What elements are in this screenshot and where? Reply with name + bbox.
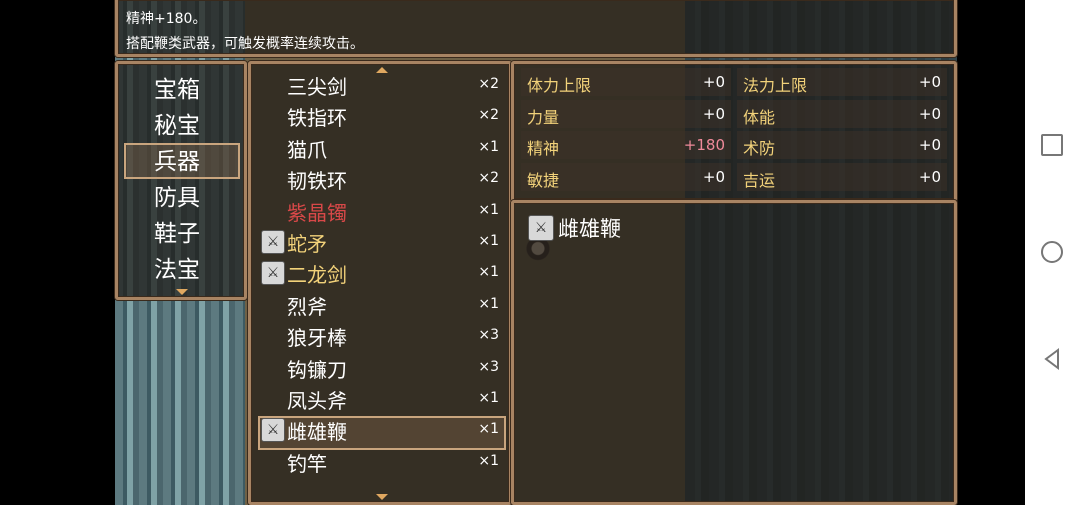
item-row[interactable]: 钩镰刀 ×3: [251, 353, 509, 384]
back-triangle-icon: [1044, 348, 1059, 370]
stat-cell: 精神 +180: [521, 131, 731, 159]
item-name: 钩镰刀: [287, 357, 347, 382]
circle-icon: [1041, 241, 1063, 263]
item-count: ×1: [478, 390, 499, 406]
stat-cell: 吉运 +0: [737, 162, 947, 191]
item-row[interactable]: 狼牙棒 ×3: [251, 321, 509, 352]
recent-apps-button[interactable]: [1040, 133, 1064, 157]
stat-value: +0: [702, 73, 725, 91]
help-line-2: 搭配鞭类武器，可触发概率连续攻击。: [126, 36, 364, 52]
item-count: ×1: [478, 201, 499, 218]
stat-label: 法力上限: [743, 76, 808, 95]
item-count: ×1: [478, 295, 499, 312]
category-item[interactable]: 防具: [154, 178, 200, 212]
stat-row: 力量 +0 体能 +0: [521, 99, 947, 128]
item-count: ×3: [478, 327, 499, 344]
item-name: 雌雄鞭: [287, 420, 347, 445]
stat-value: +0: [918, 167, 941, 186]
item-row[interactable]: 紫晶镯 ×1: [251, 196, 509, 227]
stat-label: 力量: [527, 107, 560, 127]
stat-cell: 敏捷 +0: [521, 162, 731, 191]
item-row[interactable]: 铁指环 ×2: [251, 101, 509, 132]
stat-label: 体力上限: [527, 76, 592, 95]
scroll-down-arrow-icon[interactable]: [376, 494, 388, 500]
item-count: ×1: [478, 264, 499, 281]
item-name: 钓竿: [287, 451, 327, 476]
help-line-1: 精神+180。: [126, 11, 207, 27]
item-count: ×2: [478, 170, 499, 187]
category-item[interactable]: 法宝: [154, 250, 200, 284]
item-name: 烈斧: [287, 294, 327, 319]
item-count: ×1: [478, 138, 499, 155]
sword-emblem-icon: ⚔: [261, 261, 285, 286]
stat-cell: 体力上限 +0: [521, 68, 731, 96]
item-row[interactable]: ⚔ 二龙剑 ×1: [251, 258, 509, 289]
stat-value: +0: [702, 104, 725, 123]
item-name: 凤头斧: [287, 389, 347, 413]
category-item[interactable]: 宝箱: [154, 70, 200, 104]
item-name: 二龙剑: [287, 263, 347, 288]
item-row[interactable]: 韧铁环 ×2: [251, 164, 509, 195]
sword-emblem-icon: ⚔: [261, 230, 285, 254]
scroll-down-arrow-icon[interactable]: [176, 289, 188, 295]
detail-item-name: 雌雄鞭: [558, 217, 621, 241]
stat-value: +0: [918, 136, 941, 154]
item-row[interactable]: 猫爪 ×1: [251, 133, 509, 164]
category-item[interactable]: 秘宝: [154, 106, 200, 140]
stat-value: +180: [683, 136, 725, 154]
item-count: ×2: [478, 107, 499, 124]
stat-cell: 力量 +0: [521, 99, 731, 128]
square-icon: [1041, 134, 1063, 156]
stat-cell: 法力上限 +0: [737, 68, 947, 96]
item-count: ×3: [478, 358, 499, 375]
stat-label: 精神: [527, 139, 560, 158]
home-button[interactable]: [1040, 240, 1064, 264]
item-name: 紫晶镯: [287, 200, 347, 225]
help-window: 精神+180。 搭配鞭类武器，可触发概率连续攻击。: [115, 0, 957, 57]
stat-value: +0: [918, 73, 941, 91]
stat-row: 体力上限 +0 法力上限 +0: [521, 68, 947, 96]
stat-value: +0: [702, 167, 725, 186]
item-row[interactable]: 烈斧 ×1: [251, 290, 509, 321]
sword-emblem-icon: ⚔: [528, 215, 554, 241]
item-name: 猫爪: [287, 137, 327, 162]
item-count: ×2: [478, 76, 499, 92]
stat-value: +0: [918, 104, 941, 123]
item-row[interactable]: 凤头斧 ×1: [251, 384, 509, 415]
item-count: ×1: [478, 452, 499, 469]
item-list-window: 三尖剑 ×2 铁指环 ×2 猫爪 ×1 韧铁环 ×2 紫晶镯 ×1 ⚔ 蛇矛 ×1 ⚔ 二龙剑 ×1 烈斧 ×1 狼…: [248, 61, 512, 505]
stat-label: 体能: [743, 107, 776, 127]
category-item[interactable]: 鞋子: [154, 214, 200, 248]
item-count: ×1: [478, 421, 499, 438]
category-item-selected[interactable]: 兵器: [154, 142, 200, 176]
back-button[interactable]: [1040, 347, 1064, 371]
item-name: 三尖剑: [287, 75, 347, 99]
item-name: 狼牙棒: [287, 326, 347, 351]
system-nav-bar: [1025, 0, 1080, 505]
stat-row: 精神 +180 术防 +0: [521, 131, 947, 159]
stat-cell: 术防 +0: [737, 131, 947, 159]
item-name: 蛇矛: [287, 232, 327, 256]
item-detail-window: ⚔ 雌雄鞭: [511, 200, 957, 505]
item-name: 铁指环: [287, 106, 347, 131]
item-count: ×1: [478, 233, 499, 249]
item-name: 韧铁环: [287, 169, 347, 194]
stat-cell: 体能 +0: [737, 99, 947, 128]
item-row-selected[interactable]: ⚔ 雌雄鞭 ×1: [251, 415, 509, 446]
item-row[interactable]: 钓竿 ×1: [251, 447, 509, 478]
stat-row: 敏捷 +0 吉运 +0: [521, 162, 947, 191]
stats-window: 体力上限 +0 法力上限 +0 力量 +0 体能 +0 精神 +180 术防 +0 敏捷 +0 吉运 +0: [511, 61, 957, 202]
stat-label: 术防: [743, 139, 776, 158]
sword-emblem-icon: ⚔: [261, 418, 285, 443]
stat-label: 吉运: [743, 170, 776, 190]
item-row[interactable]: ⚔ 蛇矛 ×1: [251, 227, 509, 258]
stat-label: 敏捷: [527, 170, 560, 190]
item-row[interactable]: 三尖剑 ×2: [251, 70, 509, 101]
category-window: 宝箱 秘宝 兵器 防具 鞋子 法宝: [115, 61, 247, 300]
